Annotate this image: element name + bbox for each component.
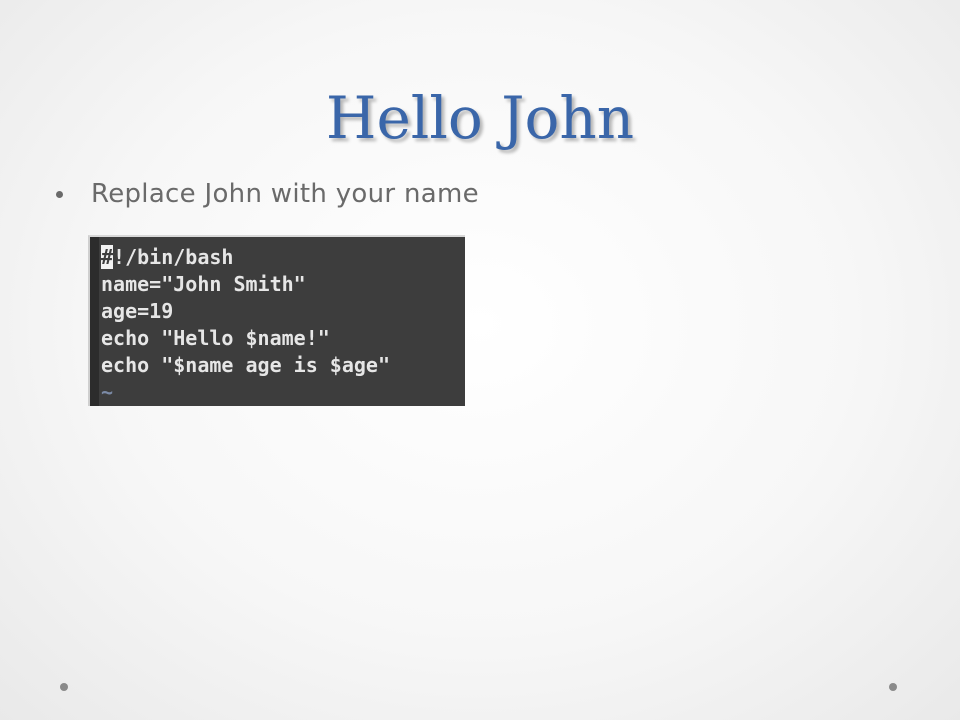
shebang-text: !/bin/bash <box>113 245 234 269</box>
empty-line-marker: ~ <box>101 380 114 404</box>
code-line: echo "Hello $name!" <box>101 326 330 350</box>
code-line: age=19 <box>101 299 174 323</box>
code-line: name="John Smith" <box>101 272 306 296</box>
slide-title: Hello John <box>325 84 635 152</box>
terminal-screenshot: #!/bin/bash name="John Smith" age=19 ech… <box>88 235 465 406</box>
bullet-dot-icon <box>56 190 63 198</box>
bullet-item: Replace John with your name <box>56 174 479 214</box>
corner-dot-icon <box>889 683 897 691</box>
bullet-text: Replace John with your name <box>91 179 479 209</box>
terminal-gutter <box>90 237 99 406</box>
corner-dot-icon <box>60 683 68 691</box>
cursor-block: # <box>101 245 114 269</box>
terminal-code: #!/bin/bash name="John Smith" age=19 ech… <box>101 244 461 406</box>
code-line: echo "$name age is $age" <box>101 353 390 377</box>
code-line-shebang: #!/bin/bash <box>101 244 461 271</box>
